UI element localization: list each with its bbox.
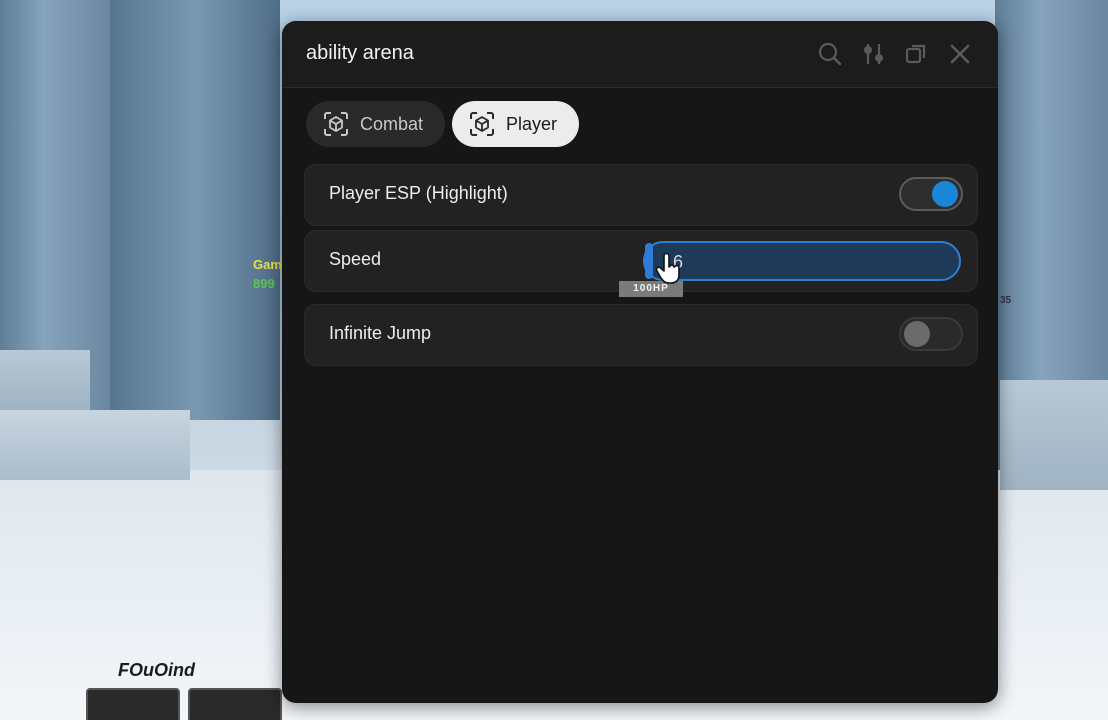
script-hub-window: ability arena Combat Player Player ESP (… <box>282 21 998 703</box>
minimize-icon[interactable] <box>903 41 929 67</box>
tab-combat-label: Combat <box>360 113 424 134</box>
settings-icon[interactable] <box>861 41 887 67</box>
close-icon[interactable] <box>947 41 973 67</box>
emote-icon <box>86 688 180 720</box>
speed-label: Speed <box>329 249 382 269</box>
tab-player-label: Player <box>506 113 558 134</box>
player-esp-label: Player ESP (Highlight) <box>329 183 508 203</box>
toggle-knob <box>904 321 930 347</box>
speed-slider-input[interactable]: 16 <box>643 241 961 281</box>
titlebar: ability arena <box>282 21 998 88</box>
stair-step <box>0 410 190 480</box>
tab-bar: Combat Player <box>306 101 580 147</box>
hand-cursor-icon <box>655 253 680 284</box>
window-title: ability arena <box>306 42 414 64</box>
cube-scan-icon <box>324 112 348 136</box>
tab-player[interactable]: Player <box>452 101 580 147</box>
cube-scan-icon <box>470 112 495 136</box>
corner-player-name: FOuOind <box>118 660 195 680</box>
emote-icon <box>188 688 282 720</box>
toggle-knob <box>932 181 958 207</box>
infinite-jump-toggle[interactable] <box>899 317 963 351</box>
enemy-number-tag: 35 <box>1000 295 1012 306</box>
speed-slider-fill <box>645 243 653 279</box>
player-hp-tag: 899 <box>253 276 275 291</box>
stair-step <box>0 350 90 410</box>
feature-row-infinite-jump: Infinite Jump <box>304 304 978 366</box>
stair-step <box>1000 380 1108 490</box>
stone-pillar-left-back <box>110 0 280 420</box>
infinite-jump-label: Infinite Jump <box>329 323 432 343</box>
feature-row-speed: Speed 16 100HP <box>304 230 978 297</box>
search-icon[interactable] <box>817 41 843 67</box>
tab-combat[interactable]: Combat <box>306 101 446 147</box>
player-name-tag: Gam <box>253 257 282 272</box>
feature-row-player-esp: Player ESP (Highlight) <box>304 164 978 226</box>
player-esp-toggle[interactable] <box>899 177 963 211</box>
